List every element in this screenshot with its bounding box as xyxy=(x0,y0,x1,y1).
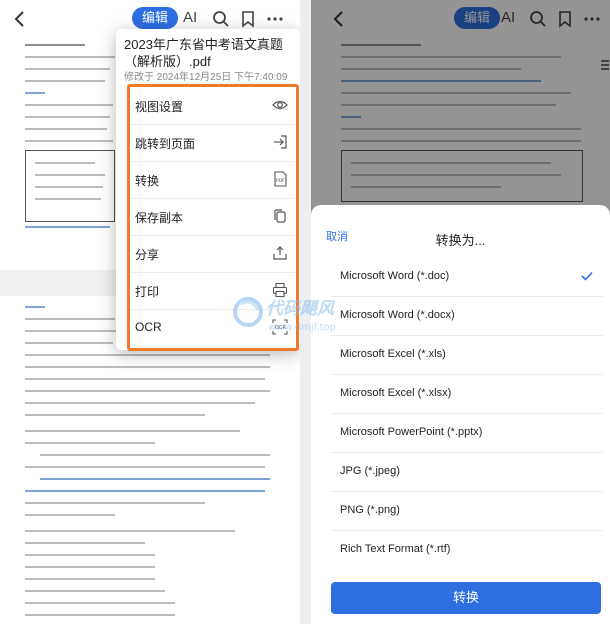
menu-item-goto-page[interactable]: 跳转到页面 xyxy=(130,124,296,162)
format-option-label: Rich Text Format (*.rtf) xyxy=(340,543,451,555)
more-icon[interactable] xyxy=(266,10,284,28)
format-option-label: JPG (*.jpeg) xyxy=(340,465,400,477)
menu-item-view-settings[interactable]: 视图设置 xyxy=(130,87,296,125)
watermark-url: www.dmjf.top xyxy=(268,322,336,333)
format-option[interactable]: Microsoft Excel (*.xls) xyxy=(331,335,603,375)
eye-icon xyxy=(272,100,288,110)
format-option-label: PNG (*.png) xyxy=(340,504,400,516)
watermark-title: 代码飓风 xyxy=(266,299,335,319)
format-option[interactable]: Microsoft Excel (*.xlsx) xyxy=(331,374,603,414)
format-option-label: Microsoft Word (*.doc) xyxy=(340,270,450,282)
menu-item-label: 视图设置 xyxy=(135,100,184,114)
menu-item-convert[interactable]: 转换 PDF xyxy=(130,161,296,199)
format-option-label: Microsoft Excel (*.xlsx) xyxy=(340,387,452,399)
back-arrow-icon[interactable] xyxy=(10,9,30,29)
goto-page-icon xyxy=(274,135,287,149)
ai-button[interactable]: AI xyxy=(183,9,197,26)
menu-item-share[interactable]: 分享 xyxy=(130,235,296,273)
sheet-title: 转换为... xyxy=(435,233,486,248)
menu-item-label: 转换 xyxy=(135,174,160,188)
bookmark-icon[interactable] xyxy=(239,10,257,28)
menu-item-label: 打印 xyxy=(135,285,160,299)
edit-button[interactable]: 编辑 xyxy=(132,7,179,29)
modified-date: 修改于 2024年12月25日 下午7:40:09 xyxy=(124,72,288,83)
menu-item-label: 跳转到页面 xyxy=(135,137,196,151)
format-option[interactable]: PNG (*.png) xyxy=(331,491,603,531)
file-title: 2023年广东省中考语文真题（解析版）.pdf xyxy=(124,37,283,69)
menu-item-label: 保存副本 xyxy=(135,211,184,225)
format-option[interactable]: Rich Text Format (*.rtf) xyxy=(331,530,603,569)
watermark-logo: 代码飓风 www.dmjf.top xyxy=(233,297,336,333)
svg-text:PDF: PDF xyxy=(276,178,285,184)
format-option[interactable]: Microsoft PowerPoint (*.pptx) xyxy=(331,413,603,453)
format-option-label: Microsoft PowerPoint (*.pptx) xyxy=(340,426,483,438)
pdf-convert-icon: PDF xyxy=(274,171,287,187)
format-option-label: Microsoft Excel (*.xls) xyxy=(340,348,446,360)
share-icon xyxy=(273,246,287,260)
convert-button[interactable]: 转换 xyxy=(331,582,601,614)
format-option[interactable]: JPG (*.jpeg) xyxy=(331,452,603,492)
check-icon xyxy=(581,271,593,281)
convert-sheet: 取消 转换为... Microsoft Word (*.doc) Microso… xyxy=(311,205,610,624)
menu-item-label: OCR xyxy=(135,320,162,334)
menu-item-save-copy[interactable]: 保存副本 xyxy=(130,198,296,236)
menu-item-label: 分享 xyxy=(135,248,160,262)
search-icon[interactable] xyxy=(212,10,230,28)
copy-icon xyxy=(274,209,286,223)
